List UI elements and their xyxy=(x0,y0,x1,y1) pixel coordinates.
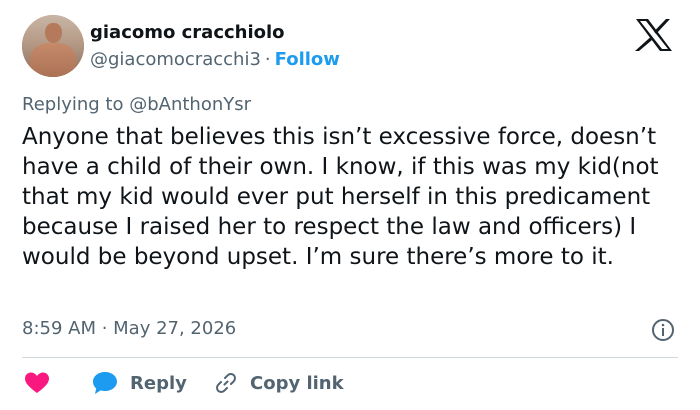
avatar-head xyxy=(45,23,62,43)
info-icon[interactable] xyxy=(651,318,675,342)
avatar[interactable] xyxy=(22,15,84,77)
follow-button[interactable]: Follow xyxy=(275,49,340,70)
heart-icon xyxy=(25,372,49,393)
avatar-torso xyxy=(30,43,76,77)
x-logo-icon[interactable] xyxy=(634,18,674,52)
reply-button[interactable]: Reply xyxy=(92,368,187,398)
copy-link-button[interactable]: Copy link xyxy=(214,368,344,398)
tweet-text: Anyone that believes this isn’t excessiv… xyxy=(22,124,659,270)
link-icon xyxy=(216,373,236,393)
user-handle[interactable]: @giacomocracchi3 xyxy=(90,49,261,70)
divider xyxy=(22,357,678,358)
like-button[interactable] xyxy=(25,368,49,398)
tweet-timestamp[interactable]: 8:59 AM · May 27, 2026 xyxy=(22,318,236,339)
reply-label: Reply xyxy=(130,372,187,394)
copy-link-label: Copy link xyxy=(250,372,344,394)
separator-dot: · xyxy=(264,49,271,70)
replying-to[interactable]: Replying to @bAnthonYsr xyxy=(22,94,251,115)
reply-bubble-icon xyxy=(93,372,117,394)
user-display-name[interactable]: giacomo cracchiolo xyxy=(90,22,285,43)
user-handle-line: @giacomocracchi3 · Follow xyxy=(90,49,340,70)
